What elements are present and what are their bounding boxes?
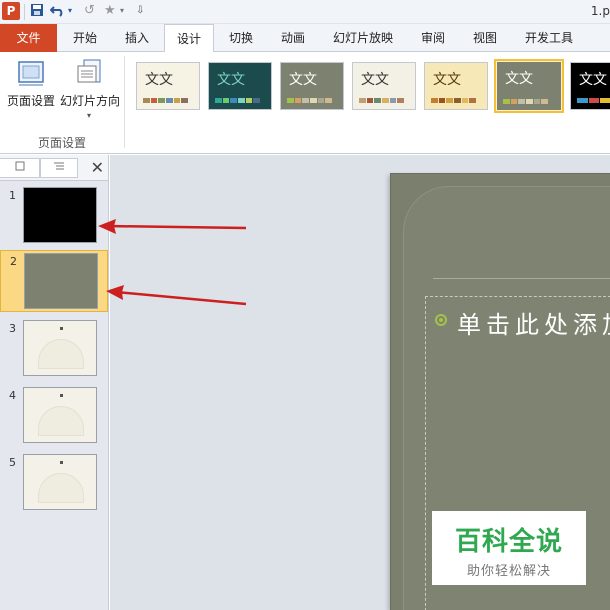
- watermark-sub-text: 助你轻松解决: [466, 564, 551, 579]
- slide-orientation-button[interactable]: 幻灯片方向 ▾: [60, 58, 121, 120]
- title-dot: [60, 461, 63, 464]
- page-setup-label: 页面设置: [6, 94, 55, 108]
- slide-orientation-icon: [74, 58, 104, 88]
- title-divider-line: [433, 278, 610, 279]
- redo-icon[interactable]: ↺: [84, 3, 95, 19]
- close-icon[interactable]: ✕: [91, 158, 104, 178]
- title-dot: [60, 394, 63, 397]
- tab-file[interactable]: 文件: [0, 24, 57, 52]
- title-dot: [60, 327, 63, 330]
- tab-animations[interactable]: 动画: [270, 24, 316, 52]
- outline-tab[interactable]: [40, 158, 78, 178]
- tab-transitions[interactable]: 切换: [218, 24, 264, 52]
- undo-dropdown-icon[interactable]: ▾: [68, 3, 72, 19]
- slide-orientation-label: 幻灯片方向: [60, 94, 121, 108]
- slide-number: 3: [9, 322, 16, 335]
- tab-view[interactable]: 视图: [462, 24, 508, 52]
- watermark-main-text: 百科全说: [454, 527, 563, 557]
- theme-thumbnail[interactable]: 文文: [570, 62, 610, 110]
- customize-qat-icon[interactable]: ⇩: [136, 3, 144, 19]
- document-title: 1.p: [590, 4, 610, 18]
- fan-graphic: [38, 406, 84, 436]
- theme-thumbnail-selected[interactable]: 文文: [494, 59, 564, 113]
- chevron-down-icon: ▾: [86, 111, 91, 120]
- arrow-to-slide-1: [98, 219, 247, 234]
- tab-design[interactable]: 设计: [164, 24, 214, 53]
- slide-thumbnail[interactable]: [23, 454, 97, 510]
- slide-thumbnail-row[interactable]: 1: [0, 185, 108, 247]
- slide-thumbnail-row[interactable]: 5: [0, 452, 108, 514]
- tab-review[interactable]: 审阅: [410, 24, 456, 52]
- slide-thumbnail-row[interactable]: 4: [0, 385, 108, 447]
- slide-thumbnail[interactable]: [23, 320, 97, 376]
- tab-home[interactable]: 开始: [62, 24, 108, 52]
- undo-icon[interactable]: [49, 3, 66, 19]
- slide-thumbnail-row-selected[interactable]: 2: [0, 250, 108, 312]
- quick-access-toolbar: P ▾ ↺ ★ ▾ ⇩ 1.p: [0, 0, 610, 24]
- theme-thumbnail[interactable]: 文文: [424, 62, 488, 110]
- page-setup-button[interactable]: 页面设置: [2, 58, 60, 120]
- bullet-icon: [435, 314, 447, 326]
- tab-insert[interactable]: 插入: [114, 24, 160, 52]
- qat-separator: [24, 4, 25, 20]
- tab-slideshow[interactable]: 幻灯片放映: [326, 24, 400, 52]
- page-setup-icon: [16, 58, 46, 88]
- slides-pane: ✕ 1 2 3 4 5: [0, 155, 109, 610]
- powerpoint-logo-icon: P: [2, 2, 20, 20]
- slides-pane-header: ✕: [0, 155, 108, 181]
- fan-graphic: [38, 339, 84, 369]
- slides-tab[interactable]: [0, 158, 40, 178]
- arrow-to-slide-2: [106, 285, 247, 306]
- group-separator: [124, 56, 125, 148]
- group-label-page-setup: 页面设置: [37, 136, 86, 150]
- slide-thumbnail[interactable]: [24, 253, 98, 309]
- annotation-arrows: [98, 219, 247, 306]
- star-dropdown-icon[interactable]: ▾: [120, 3, 124, 19]
- slides-tab-icon: [15, 161, 24, 171]
- slide-number: 4: [9, 389, 16, 402]
- ribbon-design: 页面设置 幻灯片方向 ▾ 页面设置 文文 文文 文文 文文 文文 文文 文文: [0, 52, 610, 154]
- theme-thumbnail[interactable]: 文文: [352, 62, 416, 110]
- theme-thumbnail[interactable]: 文文: [280, 62, 344, 110]
- slide-thumbnail-row[interactable]: 3: [0, 318, 108, 380]
- fan-graphic: [38, 473, 84, 503]
- theme-thumbnail[interactable]: 文文: [208, 62, 272, 110]
- tab-developer[interactable]: 开发工具: [516, 24, 582, 52]
- slide-number: 1: [9, 189, 16, 202]
- star-icon[interactable]: ★: [104, 3, 116, 19]
- slide-number: 2: [10, 255, 17, 268]
- ribbon-tabs: 文件 开始 插入 设计 切换 动画 幻灯片放映 审阅 视图 开发工具: [0, 24, 610, 53]
- slide-thumbnail[interactable]: [23, 187, 97, 243]
- slide-thumbnail[interactable]: [23, 387, 97, 443]
- theme-thumbnail[interactable]: 文文: [136, 62, 200, 110]
- slide-number: 5: [9, 456, 16, 469]
- placeholder-text[interactable]: 单击此处添加: [457, 305, 610, 340]
- watermark-logo: 百科全说 助你轻松解决: [432, 511, 586, 585]
- outline-tab-icon: [54, 162, 64, 170]
- save-icon[interactable]: [30, 3, 44, 19]
